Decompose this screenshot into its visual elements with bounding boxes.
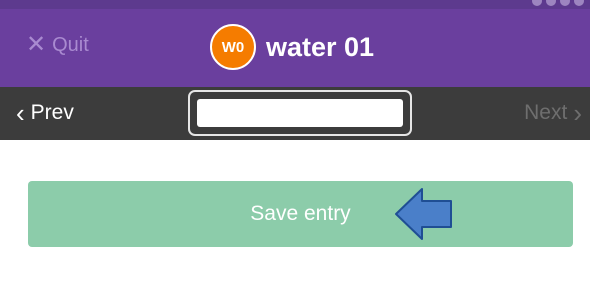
next-button[interactable]: Next › <box>524 100 582 126</box>
status-dot-icon <box>532 0 542 6</box>
status-dot-icon <box>560 0 570 6</box>
chevron-left-icon: ‹ <box>16 98 25 128</box>
quit-button[interactable]: ✕ Quit <box>26 33 89 57</box>
avatar: W0 <box>210 24 256 70</box>
status-bar <box>0 0 590 9</box>
page-title: water 01 <box>266 31 375 62</box>
quit-label: Quit <box>52 33 89 56</box>
save-entry-button[interactable]: Save entry <box>28 181 573 247</box>
app-screen: ✕ Quit W0 water 01 ‹ Prev Next › Save en… <box>0 0 590 281</box>
status-icons <box>532 0 584 8</box>
prev-label: Prev <box>30 101 74 124</box>
chevron-right-icon: › <box>573 98 582 128</box>
prev-button[interactable]: ‹ Prev <box>16 100 74 126</box>
close-icon: ✕ <box>26 31 47 58</box>
entry-input[interactable] <box>197 99 403 127</box>
title-header: ✕ Quit W0 water 01 <box>0 9 590 87</box>
left-arrow-icon <box>395 188 452 240</box>
title-group: W0 water 01 <box>210 24 374 70</box>
status-dot-icon <box>546 0 556 6</box>
entry-field-frame <box>188 90 412 136</box>
navigation-bar: ‹ Prev Next › <box>0 87 590 140</box>
next-label: Next <box>524 101 568 124</box>
status-dot-icon <box>574 0 584 6</box>
